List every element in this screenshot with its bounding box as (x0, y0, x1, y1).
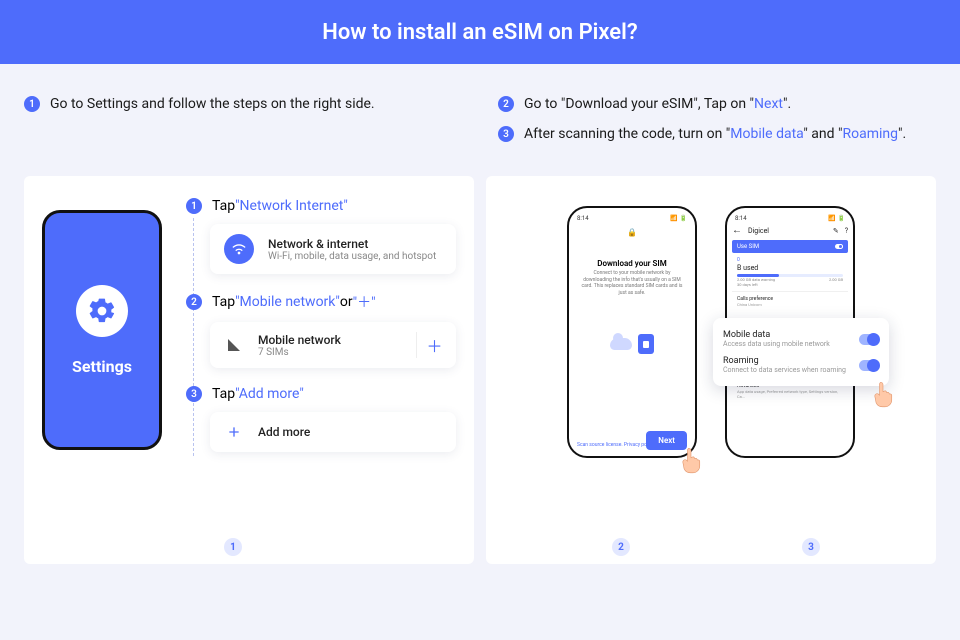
statusbar: 8:14 📶🔋 (732, 214, 848, 223)
step-1-bullet: 1 (186, 198, 202, 214)
carrier-bar: ← Digicel ✎ ? (732, 225, 848, 236)
help-icon[interactable]: ? (845, 227, 848, 235)
signal-icon (224, 335, 244, 355)
switch-on-icon (859, 334, 879, 345)
step-2-bullet: 2 (186, 294, 202, 310)
instruction-2: 2 Go to "Download your eSIM", Tap on "Ne… (498, 96, 936, 112)
download-sim-sub: Connect to your mobile network by downlo… (574, 268, 690, 298)
bullet-1: 1 (24, 96, 40, 112)
phone-download-sim: 8:14 📶🔋 🔒 Download your SIM Connect to y… (567, 206, 697, 458)
card-mobile-sub: 7 SIMs (258, 347, 341, 358)
step-1: 1 Tap "Network Internet" Network & inter… (186, 198, 456, 274)
back-arrow-icon[interactable]: ← (732, 225, 742, 236)
usage-bar (737, 274, 843, 277)
instruction-3: 3 After scanning the code, turn on "Mobi… (498, 126, 936, 142)
download-sim-title: Download your SIM (574, 259, 690, 268)
card-mobile-network[interactable]: Mobile network 7 SIMs ＋ (210, 322, 456, 368)
instruction-3-text: After scanning the code, turn on "Mobile… (524, 126, 906, 142)
card-network-sub: Wi‑Fi, mobile, data usage, and hotspot (268, 251, 436, 262)
lock-icon: 🔒 (627, 228, 637, 237)
sim-card-icon (638, 334, 654, 354)
statusbar: 8:14 📶🔋 (574, 214, 690, 223)
row-calls-pref[interactable]: Calls preference China Unicom (732, 291, 848, 311)
phone-mock-settings: Settings (42, 210, 162, 450)
card-addmore-title: Add more (258, 425, 310, 439)
gear-icon (76, 285, 128, 337)
step-3-bullet: 3 (186, 386, 202, 402)
page-header: How to install an eSIM on Pixel? (0, 0, 960, 64)
toggle-on-icon (835, 244, 843, 249)
card-network-title: Network & internet (268, 237, 436, 251)
data-usage: 0 B used 2.00 GB data warning 2.00 GB 30… (732, 253, 848, 291)
instruction-1-text: Go to Settings and follow the steps on t… (50, 96, 375, 112)
use-sim-toggle[interactable]: Use SIM (732, 240, 848, 253)
scan-link[interactable]: Scan source license. Privacy polic (577, 442, 652, 448)
phone-digicel-settings: 8:14 📶🔋 ← Digicel ✎ ? Use SIM 0 B used (725, 206, 855, 458)
page-title: How to install an eSIM on Pixel? (322, 20, 637, 45)
wifi-icon (224, 234, 254, 264)
pointer-hand-icon (869, 380, 897, 408)
roaming-toggle[interactable]: Roaming Connect to data services when ro… (723, 352, 879, 378)
status-icons: 📶🔋 (668, 215, 687, 222)
settings-label: Settings (72, 357, 132, 376)
plus-icon (224, 422, 244, 442)
bullet-2: 2 (498, 96, 514, 112)
panel-2-badge: 2 (612, 538, 630, 556)
panel-2: 8:14 📶🔋 🔒 Download your SIM Connect to y… (486, 176, 936, 564)
card-add-more[interactable]: Add more (210, 412, 456, 452)
mobile-data-toggle[interactable]: Mobile data Access data using mobile net… (723, 326, 879, 352)
step-2: 2 Tap "Mobile network" or "＋" Mobile net… (186, 292, 456, 368)
cloud-icon (610, 338, 632, 350)
panel-1-badge: 1 (224, 538, 242, 556)
panel-3-badge: 3 (802, 538, 820, 556)
panels-row: Settings 1 Tap "Network Internet" (0, 176, 960, 564)
sim-illustration (574, 334, 690, 354)
instruction-1: 1 Go to Settings and follow the steps on… (24, 96, 462, 112)
instructions-left: 1 Go to Settings and follow the steps on… (24, 96, 462, 156)
step-3: 3 Tap "Add more" Add more (186, 386, 456, 452)
card-mobile-title: Mobile network (258, 333, 341, 347)
status-icons: 📶🔋 (826, 215, 845, 222)
pointer-hand-icon (677, 446, 705, 474)
instructions-row: 1 Go to Settings and follow the steps on… (0, 64, 960, 176)
instructions-right: 2 Go to "Download your eSIM", Tap on "Ne… (498, 96, 936, 156)
bullet-3: 3 (498, 126, 514, 142)
instruction-2-text: Go to "Download your eSIM", Tap on "Next… (524, 96, 791, 112)
panel-1: Settings 1 Tap "Network Internet" (24, 176, 474, 564)
switch-on-icon (859, 360, 879, 371)
float-toggles-card: Mobile data Access data using mobile net… (713, 318, 889, 386)
edit-icon[interactable]: ✎ (833, 227, 839, 235)
card-network-internet[interactable]: Network & internet Wi‑Fi, mobile, data u… (210, 224, 456, 274)
plus-icon[interactable]: ＋ (416, 332, 442, 358)
